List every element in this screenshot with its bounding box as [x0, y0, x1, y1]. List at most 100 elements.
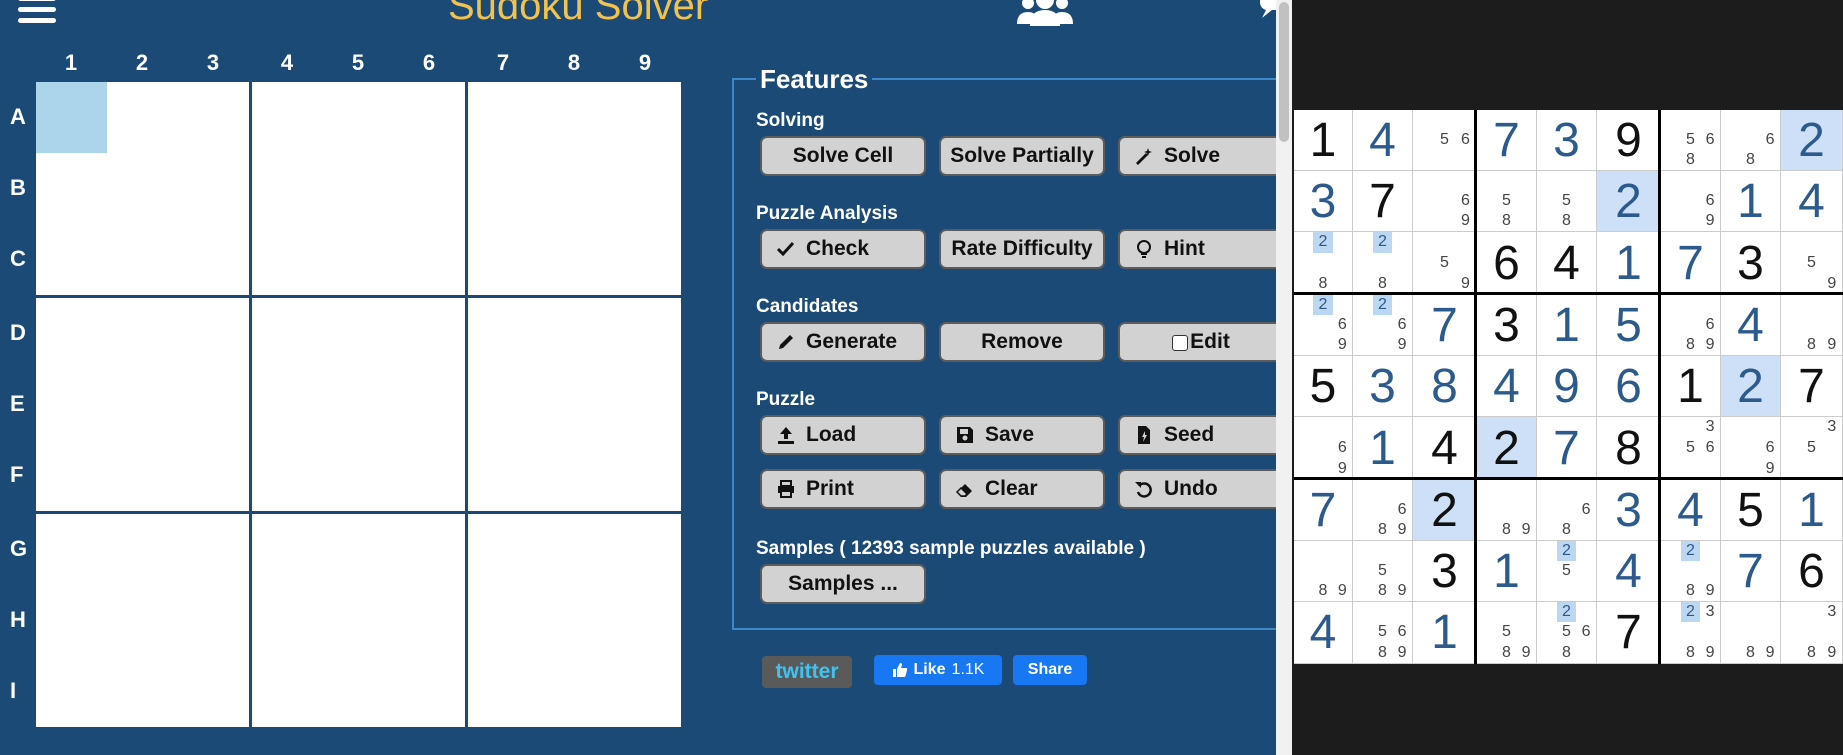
sudoku-cell[interactable]: [36, 298, 107, 369]
solve-partially-button[interactable]: Solve Partially: [939, 136, 1105, 176]
sudoku-cell[interactable]: [539, 369, 610, 440]
edit-checkbox[interactable]: [1172, 335, 1189, 351]
users-icon[interactable]: [1016, 0, 1074, 26]
hamburger-menu-icon[interactable]: [18, 0, 56, 24]
sudoku-cell[interactable]: [178, 82, 249, 153]
sudoku-cell[interactable]: [468, 298, 539, 369]
sudoku-cell[interactable]: [178, 298, 249, 369]
print-button[interactable]: Print: [760, 469, 926, 509]
sudoku-cell[interactable]: [468, 224, 539, 295]
sudoku-cell[interactable]: [107, 298, 178, 369]
sudoku-cell[interactable]: [107, 153, 178, 224]
sudoku-cell[interactable]: [178, 153, 249, 224]
sudoku-cell[interactable]: [178, 656, 249, 727]
sudoku-cell[interactable]: [36, 153, 107, 224]
sudoku-cell[interactable]: [323, 585, 394, 656]
sudoku-cell[interactable]: [468, 514, 539, 585]
sudoku-cell[interactable]: [323, 656, 394, 727]
solve-cell-button[interactable]: Solve Cell: [760, 136, 926, 176]
sudoku-cell[interactable]: [468, 369, 539, 440]
facebook-like-button[interactable]: Like 1.1K: [874, 655, 1002, 685]
sudoku-cell[interactable]: [394, 153, 465, 224]
sudoku-cell[interactable]: [323, 153, 394, 224]
sudoku-cell[interactable]: [610, 298, 681, 369]
sudoku-cell[interactable]: [468, 440, 539, 511]
solve-button[interactable]: Solve: [1118, 136, 1276, 176]
sudoku-cell[interactable]: [252, 298, 323, 369]
sudoku-cell[interactable]: [610, 656, 681, 727]
check-button[interactable]: Check: [760, 229, 926, 269]
edit-button[interactable]: Edit: [1118, 322, 1276, 362]
sudoku-cell[interactable]: [394, 585, 465, 656]
samples-button[interactable]: Samples ...: [760, 564, 926, 604]
sudoku-cell[interactable]: [394, 298, 465, 369]
sudoku-cell[interactable]: [323, 298, 394, 369]
sudoku-cell[interactable]: [252, 82, 323, 153]
sudoku-cell[interactable]: [610, 369, 681, 440]
sudoku-cell[interactable]: [252, 153, 323, 224]
save-button[interactable]: Save: [939, 415, 1105, 455]
sudoku-cell[interactable]: [107, 440, 178, 511]
sudoku-cell[interactable]: [468, 153, 539, 224]
sudoku-cell[interactable]: [107, 369, 178, 440]
sudoku-cell[interactable]: [107, 585, 178, 656]
sudoku-cell[interactable]: [394, 514, 465, 585]
sudoku-cell[interactable]: [36, 369, 107, 440]
sudoku-cell[interactable]: [394, 656, 465, 727]
sudoku-cell[interactable]: [468, 585, 539, 656]
sudoku-cell[interactable]: [36, 656, 107, 727]
sudoku-cell[interactable]: [323, 369, 394, 440]
sudoku-cell[interactable]: [36, 224, 107, 295]
facebook-share-button[interactable]: Share: [1013, 655, 1087, 685]
sudoku-cell[interactable]: [178, 369, 249, 440]
sudoku-cell[interactable]: [107, 224, 178, 295]
twitter-button[interactable]: twitter: [762, 656, 852, 688]
load-button[interactable]: Load: [760, 415, 926, 455]
rate-difficulty-button[interactable]: Rate Difficulty: [939, 229, 1105, 269]
sudoku-cell[interactable]: [610, 153, 681, 224]
sudoku-cell[interactable]: [107, 82, 178, 153]
sudoku-cell[interactable]: [539, 82, 610, 153]
sudoku-cell[interactable]: [539, 585, 610, 656]
generate-button[interactable]: Generate: [760, 322, 926, 362]
sudoku-cell[interactable]: [178, 224, 249, 295]
sudoku-cell[interactable]: [107, 656, 178, 727]
sudoku-cell[interactable]: [610, 514, 681, 585]
sudoku-cell[interactable]: [539, 153, 610, 224]
sudoku-cell[interactable]: [323, 514, 394, 585]
sudoku-cell[interactable]: [468, 656, 539, 727]
scrollbar-thumb[interactable]: [1279, 2, 1289, 142]
sudoku-cell[interactable]: [107, 514, 178, 585]
sudoku-cell[interactable]: [252, 369, 323, 440]
sudoku-cell[interactable]: [323, 440, 394, 511]
sudoku-cell[interactable]: [539, 514, 610, 585]
sudoku-cell[interactable]: [539, 224, 610, 295]
sudoku-cell[interactable]: [36, 585, 107, 656]
sudoku-cell[interactable]: [36, 514, 107, 585]
sudoku-cell[interactable]: [323, 82, 394, 153]
sudoku-cell[interactable]: [252, 514, 323, 585]
sudoku-cell[interactable]: [539, 298, 610, 369]
sudoku-cell[interactable]: [610, 82, 681, 153]
sudoku-cell[interactable]: [610, 440, 681, 511]
sudoku-cell[interactable]: [539, 656, 610, 727]
sudoku-cell[interactable]: [394, 224, 465, 295]
sudoku-cell[interactable]: [610, 585, 681, 656]
sudoku-cell[interactable]: [610, 224, 681, 295]
sudoku-cell[interactable]: [323, 224, 394, 295]
sudoku-cell[interactable]: [252, 224, 323, 295]
clear-button[interactable]: Clear: [939, 469, 1105, 509]
remove-button[interactable]: Remove: [939, 322, 1105, 362]
sudoku-cell[interactable]: [252, 440, 323, 511]
sudoku-cell[interactable]: [468, 82, 539, 153]
sudoku-cell[interactable]: [178, 514, 249, 585]
sudoku-cell[interactable]: [394, 440, 465, 511]
sudoku-cell[interactable]: [178, 440, 249, 511]
sudoku-cell[interactable]: [539, 440, 610, 511]
hint-button[interactable]: Hint: [1118, 229, 1276, 269]
sudoku-cell[interactable]: [394, 369, 465, 440]
undo-button[interactable]: Undo: [1118, 469, 1276, 509]
seed-button[interactable]: Seed: [1118, 415, 1276, 455]
sudoku-cell[interactable]: [252, 656, 323, 727]
sudoku-cell[interactable]: [394, 82, 465, 153]
